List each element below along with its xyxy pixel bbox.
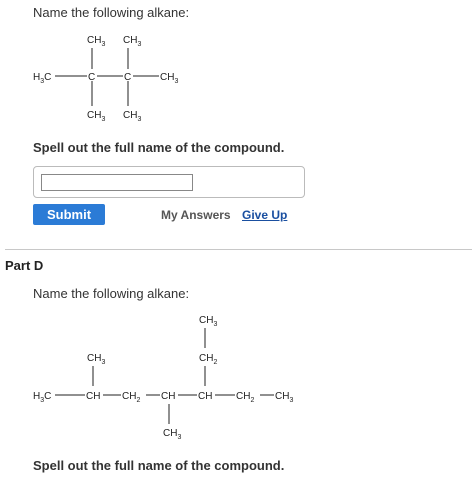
left-end-h3c: H3C bbox=[33, 72, 51, 85]
my-answers-link[interactable]: My Answers bbox=[161, 208, 231, 222]
chain-h3c: H3C bbox=[33, 391, 51, 404]
carbon-1: C bbox=[88, 72, 95, 83]
part-c-prompt: Name the following alkane: bbox=[33, 5, 190, 20]
part-d-title: Part D bbox=[5, 258, 44, 273]
carbon-2: C bbox=[124, 72, 131, 83]
part-c-spell-label: Spell out the full name of the compound. bbox=[33, 140, 285, 155]
top-ch3: CH3 bbox=[199, 315, 217, 328]
part-d-prompt: Name the following alkane: bbox=[33, 286, 190, 301]
part-d-structure: CH3 CH2 CH3 H3C CH CH2 CH CH CH2 CH3 CH3 bbox=[33, 315, 293, 441]
bottom-right-ch3: CH3 bbox=[123, 110, 141, 123]
top-left-ch3: CH3 bbox=[87, 35, 105, 48]
bottom-ch3: CH3 bbox=[163, 428, 181, 441]
chain-ch-2: CH bbox=[161, 391, 175, 402]
part-d-spell-label: Spell out the full name of the compound. bbox=[33, 458, 285, 473]
ch2-branch: CH2 bbox=[199, 353, 217, 366]
give-up-link[interactable]: Give Up bbox=[242, 208, 287, 222]
chain-ch3-end: CH3 bbox=[275, 391, 293, 404]
chain-ch2-2: CH2 bbox=[236, 391, 254, 404]
submit-button[interactable]: Submit bbox=[33, 204, 105, 225]
part-c-structure: CH3 CH3 H3C C C CH3 CH3 CH3 bbox=[33, 35, 178, 123]
bottom-left-ch3: CH3 bbox=[87, 110, 105, 123]
section-divider bbox=[5, 249, 472, 250]
left-branch-ch3: CH3 bbox=[87, 353, 105, 366]
chain-ch-3: CH bbox=[198, 391, 212, 402]
top-right-ch3: CH3 bbox=[123, 35, 141, 48]
right-end-ch3: CH3 bbox=[160, 72, 178, 85]
answer-input[interactable] bbox=[41, 174, 193, 191]
chain-ch2-1: CH2 bbox=[122, 391, 140, 404]
chain-ch-1: CH bbox=[86, 391, 100, 402]
answer-container bbox=[33, 166, 305, 198]
